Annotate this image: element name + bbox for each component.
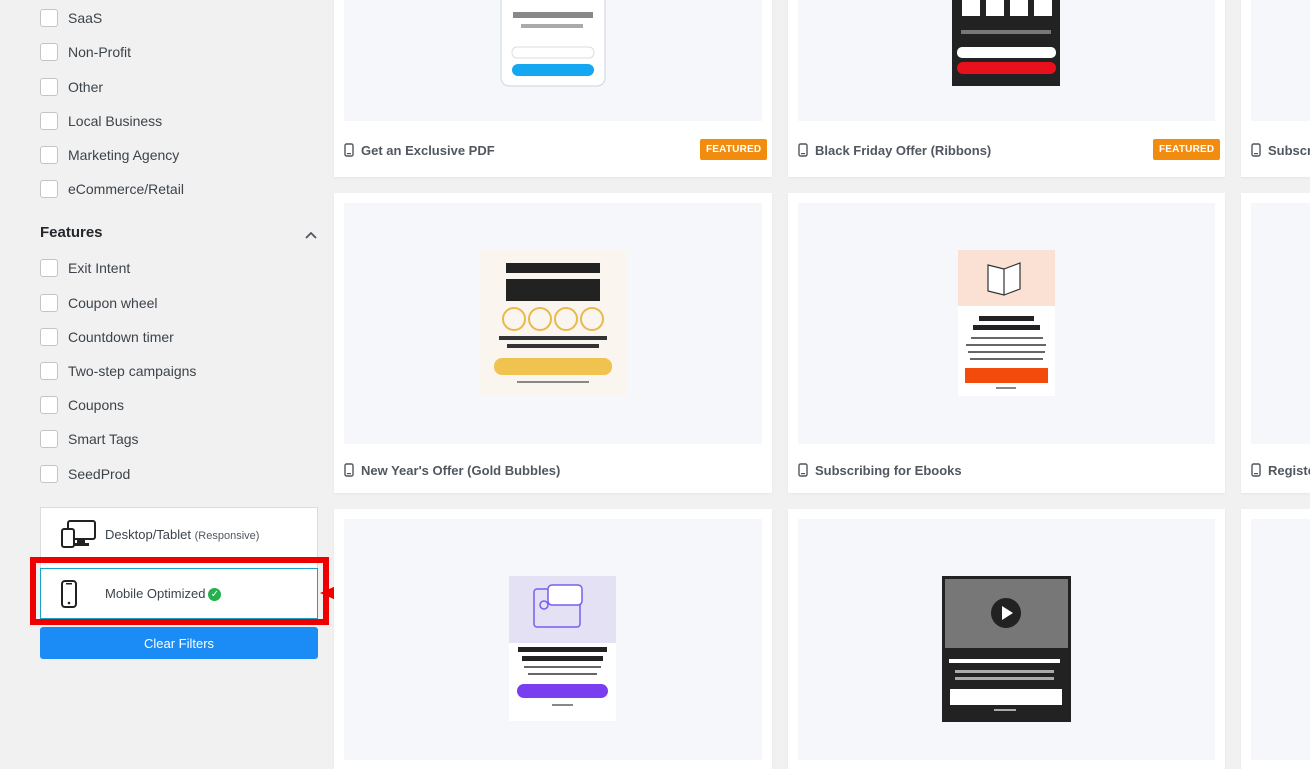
checkbox[interactable] bbox=[40, 43, 58, 61]
mobile-phone-icon bbox=[61, 579, 77, 608]
template-preview bbox=[1251, 0, 1310, 121]
template-footer: Subscri bbox=[1251, 135, 1310, 165]
checkbox[interactable] bbox=[40, 362, 58, 380]
features-heading: Features bbox=[40, 224, 103, 241]
template-card[interactable]: New Year's Offer (Gold Bubbles) bbox=[334, 193, 772, 493]
mobile-icon bbox=[1251, 463, 1261, 477]
filter-label: SeedProd bbox=[68, 466, 131, 482]
filter-exit-intent[interactable]: Exit Intent bbox=[40, 258, 130, 278]
template-preview bbox=[344, 519, 762, 760]
template-card[interactable] bbox=[1241, 509, 1310, 769]
filter-label: Marketing Agency bbox=[68, 147, 180, 163]
filter-label: Non-Profit bbox=[68, 44, 132, 60]
template-preview bbox=[798, 0, 1215, 121]
filter-coupons[interactable]: Coupons bbox=[40, 395, 124, 415]
filter-two-step[interactable]: Two-step campaigns bbox=[40, 361, 196, 381]
template-title: Black Friday Offer (Ribbons) bbox=[815, 142, 992, 158]
template-card[interactable]: Get an Exclusive PDF FEATURED bbox=[334, 0, 772, 177]
webinar-preview bbox=[509, 576, 616, 721]
template-footer: Registe bbox=[1251, 455, 1310, 485]
template-card[interactable]: Black Friday Offer (Ribbons) FEATURED bbox=[788, 0, 1225, 177]
filter-label: Coupon wheel bbox=[68, 295, 158, 311]
filter-local-business[interactable]: Local Business bbox=[40, 111, 162, 131]
template-preview bbox=[1251, 203, 1310, 444]
mobile-icon bbox=[344, 463, 354, 477]
filter-label: Smart Tags bbox=[68, 431, 139, 447]
chevron-up-icon[interactable] bbox=[302, 226, 320, 244]
template-title: Subscribing for Ebooks bbox=[815, 462, 962, 478]
filters-sidebar: SaaS Non-Profit Other Local Business Mar… bbox=[0, 0, 334, 769]
filter-label: Coupons bbox=[68, 397, 125, 413]
template-preview bbox=[798, 203, 1215, 444]
video-preview bbox=[942, 576, 1071, 722]
template-footer: New Year's Offer (Gold Bubbles) bbox=[344, 455, 560, 485]
filter-ecommerce[interactable]: eCommerce/Retail bbox=[40, 179, 184, 199]
featured-badge: FEATURED bbox=[700, 139, 768, 160]
checkbox[interactable] bbox=[40, 294, 58, 312]
mobile-icon bbox=[798, 463, 808, 477]
mobile-icon bbox=[798, 143, 808, 157]
template-title: Registe bbox=[1268, 462, 1310, 478]
filter-marketing-agency[interactable]: Marketing Agency bbox=[40, 145, 179, 165]
checkbox[interactable] bbox=[40, 430, 58, 448]
mobile-icon bbox=[344, 143, 354, 157]
template-preview bbox=[344, 203, 762, 444]
filter-coupon-wheel[interactable]: Coupon wheel bbox=[40, 293, 158, 313]
template-preview bbox=[1251, 519, 1310, 760]
template-footer: Get an Exclusive PDF bbox=[344, 135, 495, 165]
filter-label: Exit Intent bbox=[68, 260, 131, 276]
template-title: New Year's Offer (Gold Bubbles) bbox=[361, 462, 561, 478]
filter-saas[interactable]: SaaS bbox=[40, 8, 102, 28]
checkbox[interactable] bbox=[40, 328, 58, 346]
device-filter: Desktop/Tablet (Responsive) Mobile Optim… bbox=[40, 507, 318, 619]
desktop-label: Desktop/Tablet (Responsive) bbox=[105, 526, 260, 542]
filter-label: Other bbox=[68, 79, 104, 95]
checkbox[interactable] bbox=[40, 9, 58, 27]
desktop-tablet-option[interactable]: Desktop/Tablet (Responsive) bbox=[41, 508, 319, 560]
desktop-tablet-icon bbox=[61, 520, 96, 548]
template-title: Subscri bbox=[1268, 142, 1310, 158]
filter-smart-tags[interactable]: Smart Tags bbox=[40, 429, 139, 449]
template-preview bbox=[344, 0, 762, 121]
phone-mockup-icon bbox=[952, 0, 1060, 86]
filter-label: Countdown timer bbox=[68, 329, 174, 345]
filter-label: Local Business bbox=[68, 113, 163, 129]
filter-label: eCommerce/Retail bbox=[68, 181, 184, 197]
template-card[interactable]: Subscri bbox=[1241, 0, 1310, 177]
filter-countdown-timer[interactable]: Countdown timer bbox=[40, 327, 174, 347]
filter-label: SaaS bbox=[68, 10, 103, 26]
template-preview bbox=[798, 519, 1215, 760]
checkbox[interactable] bbox=[40, 396, 58, 414]
mobile-optimized-option[interactable]: Mobile Optimized ✓ bbox=[40, 568, 318, 619]
template-footer: Subscribing for Ebooks bbox=[798, 455, 962, 485]
template-card[interactable] bbox=[788, 509, 1225, 769]
checkbox[interactable] bbox=[40, 112, 58, 130]
filter-other[interactable]: Other bbox=[40, 77, 103, 97]
template-card[interactable] bbox=[334, 509, 772, 769]
template-footer: Black Friday Offer (Ribbons) bbox=[798, 135, 991, 165]
check-icon: ✓ bbox=[208, 588, 222, 602]
filter-label: Two-step campaigns bbox=[68, 363, 197, 379]
featured-badge: FEATURED bbox=[1153, 139, 1221, 160]
mobile-label: Mobile Optimized ✓ bbox=[105, 586, 222, 602]
checkbox[interactable] bbox=[40, 180, 58, 198]
phone-mockup-icon bbox=[500, 0, 606, 87]
filter-non-profit[interactable]: Non-Profit bbox=[40, 42, 131, 62]
checkbox[interactable] bbox=[40, 465, 58, 483]
checkbox[interactable] bbox=[40, 78, 58, 96]
checkbox[interactable] bbox=[40, 259, 58, 277]
template-card[interactable]: Subscribing for Ebooks bbox=[788, 193, 1225, 493]
filter-seedprod[interactable]: SeedProd bbox=[40, 464, 130, 484]
checkbox[interactable] bbox=[40, 146, 58, 164]
template-card[interactable]: Registe bbox=[1241, 193, 1310, 493]
template-title: Get an Exclusive PDF bbox=[361, 142, 495, 158]
responsive-note: (Responsive) bbox=[194, 529, 260, 542]
ebook-preview bbox=[958, 250, 1055, 396]
gold-bubbles-preview bbox=[479, 250, 627, 395]
mobile-icon bbox=[1251, 143, 1261, 157]
clear-filters-button[interactable]: Clear Filters bbox=[40, 627, 318, 659]
